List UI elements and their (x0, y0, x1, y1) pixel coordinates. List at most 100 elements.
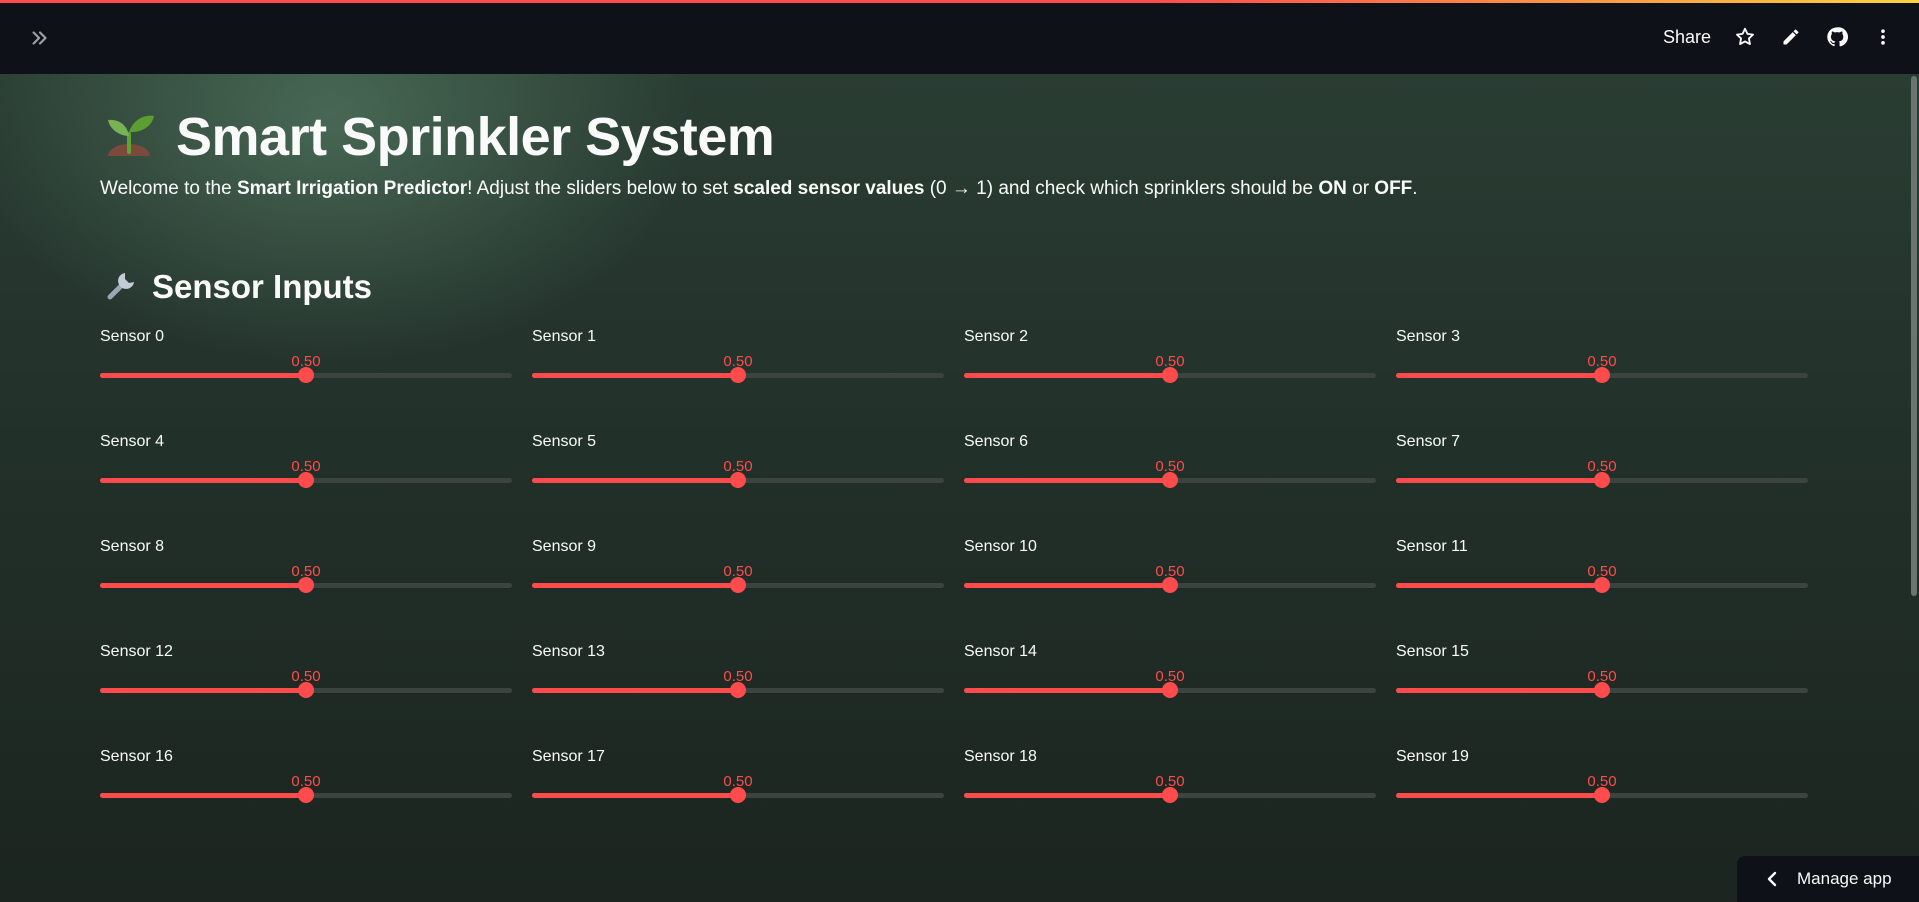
slider-label: Sensor 11 (1396, 538, 1468, 555)
slider-fill (100, 583, 306, 588)
slider-fill (964, 688, 1170, 693)
sensor-slider: Sensor 19 0.50 (1396, 748, 1808, 853)
main-menu-button[interactable] (1871, 25, 1895, 49)
slider-track[interactable] (100, 682, 512, 698)
slider-label: Sensor 8 (100, 538, 165, 555)
slider-thumb[interactable] (1594, 577, 1610, 593)
sensor-slider-grid: Sensor 0 0.50 Sensor 1 0.50 Sensor 2 0.50 Sens… (100, 328, 1808, 853)
slider-fill (532, 688, 738, 693)
slider-label: Sensor 1 (532, 328, 597, 345)
manage-app-button[interactable]: Manage app (1737, 856, 1919, 902)
page-title: Smart Sprinkler System (176, 107, 775, 167)
slider-thumb[interactable] (298, 472, 314, 488)
slider-track[interactable] (1396, 367, 1808, 383)
slider-label: Sensor 7 (1396, 433, 1461, 450)
slider-track[interactable] (100, 472, 512, 488)
slider-fill (1396, 793, 1602, 798)
sensor-slider: Sensor 14 0.50 (964, 643, 1376, 748)
sensor-slider: Sensor 18 0.50 (964, 748, 1376, 853)
slider-thumb[interactable] (730, 472, 746, 488)
slider-label: Sensor 9 (532, 538, 597, 555)
sensor-slider: Sensor 17 0.50 (532, 748, 944, 853)
slider-fill (1396, 478, 1602, 483)
slider-track[interactable] (1396, 787, 1808, 803)
slider-thumb[interactable] (298, 577, 314, 593)
slider-label: Sensor 14 (964, 643, 1037, 660)
slider-label: Sensor 2 (964, 328, 1029, 345)
slider-thumb[interactable] (298, 367, 314, 383)
slider-label: Sensor 19 (1396, 748, 1469, 765)
slider-fill (532, 478, 738, 483)
slider-fill (100, 688, 306, 693)
slider-track[interactable] (100, 367, 512, 383)
sensor-slider: Sensor 15 0.50 (1396, 643, 1808, 748)
slider-thumb[interactable] (1594, 367, 1610, 383)
slider-track[interactable] (532, 472, 944, 488)
slider-thumb[interactable] (1594, 682, 1610, 698)
slider-track[interactable] (532, 787, 944, 803)
scrollbar-thumb[interactable] (1911, 76, 1917, 596)
slider-label: Sensor 16 (100, 748, 173, 765)
slider-thumb[interactable] (1162, 682, 1178, 698)
sensor-slider: Sensor 11 0.50 (1396, 538, 1808, 643)
slider-thumb[interactable] (1162, 577, 1178, 593)
scrollbar[interactable] (1909, 74, 1919, 902)
slider-thumb[interactable] (730, 367, 746, 383)
slider-track[interactable] (964, 472, 1376, 488)
slider-thumb[interactable] (1162, 787, 1178, 803)
slider-label: Sensor 0 (100, 328, 165, 345)
slider-thumb[interactable] (298, 787, 314, 803)
slider-fill (1396, 583, 1602, 588)
sensor-slider: Sensor 13 0.50 (532, 643, 944, 748)
slider-track[interactable] (964, 787, 1376, 803)
sensor-slider: Sensor 8 0.50 (100, 538, 512, 643)
slider-track[interactable] (964, 682, 1376, 698)
wrench-icon (104, 267, 140, 307)
header-accent-bar (0, 0, 1919, 3)
slider-thumb[interactable] (1594, 787, 1610, 803)
sensor-slider: Sensor 6 0.50 (964, 433, 1376, 538)
sensor-slider: Sensor 4 0.50 (100, 433, 512, 538)
edit-button[interactable] (1779, 25, 1803, 49)
slider-fill (1396, 688, 1602, 693)
slider-track[interactable] (1396, 682, 1808, 698)
slider-fill (964, 583, 1170, 588)
expand-sidebar-button[interactable] (24, 22, 56, 54)
slider-label: Sensor 4 (100, 433, 165, 450)
slider-thumb[interactable] (1162, 367, 1178, 383)
more-vertical-icon (1881, 29, 1885, 45)
star-icon (1736, 27, 1754, 45)
slider-track[interactable] (532, 577, 944, 593)
section-title: Sensor Inputs (152, 268, 373, 305)
slider-thumb[interactable] (1162, 472, 1178, 488)
slider-track[interactable] (532, 682, 944, 698)
slider-track[interactable] (964, 577, 1376, 593)
slider-label: Sensor 18 (964, 748, 1037, 765)
slider-track[interactable] (964, 367, 1376, 383)
slider-track[interactable] (1396, 577, 1808, 593)
slider-track[interactable] (100, 577, 512, 593)
slider-thumb[interactable] (730, 577, 746, 593)
slider-fill (964, 373, 1170, 378)
slider-thumb[interactable] (730, 787, 746, 803)
github-icon (1827, 27, 1848, 47)
slider-thumb[interactable] (730, 682, 746, 698)
share-button[interactable]: Share (1663, 27, 1711, 48)
star-button[interactable] (1733, 25, 1757, 49)
slider-track[interactable] (1396, 472, 1808, 488)
sensor-slider: Sensor 0 0.50 (100, 328, 512, 433)
github-button[interactable] (1825, 25, 1849, 49)
slider-label: Sensor 3 (1396, 328, 1461, 345)
sensor-slider: Sensor 5 0.50 (532, 433, 944, 538)
slider-label: Sensor 5 (532, 433, 597, 450)
slider-thumb[interactable] (298, 682, 314, 698)
sensor-slider: Sensor 9 0.50 (532, 538, 944, 643)
sensor-slider: Sensor 1 0.50 (532, 328, 944, 433)
slider-fill (532, 373, 738, 378)
slider-track[interactable] (532, 367, 944, 383)
app-header: Share (0, 0, 1919, 74)
slider-thumb[interactable] (1594, 472, 1610, 488)
slider-fill (100, 373, 306, 378)
slider-track[interactable] (100, 787, 512, 803)
sensor-slider: Sensor 16 0.50 (100, 748, 512, 853)
